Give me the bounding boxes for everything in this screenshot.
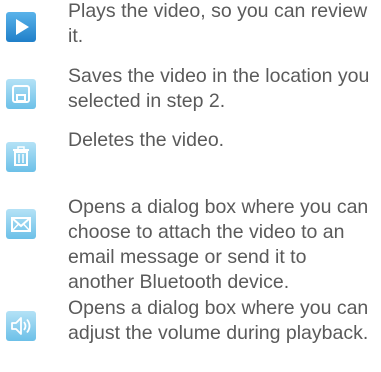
play-description: Plays the video, so you can review it. xyxy=(68,0,368,47)
speaker-icon xyxy=(6,311,36,341)
delete-description: Deletes the video. xyxy=(68,129,225,151)
send-description: Opens a dialog box where you can choose … xyxy=(68,196,369,293)
trash-icon xyxy=(6,142,36,172)
save-icon xyxy=(6,79,36,109)
save-description: Saves the video in the location you sele… xyxy=(68,65,370,112)
envelope-icon xyxy=(6,209,36,239)
play-icon xyxy=(6,12,36,42)
volume-description: Opens a dialog box where you can adjust … xyxy=(68,297,369,344)
